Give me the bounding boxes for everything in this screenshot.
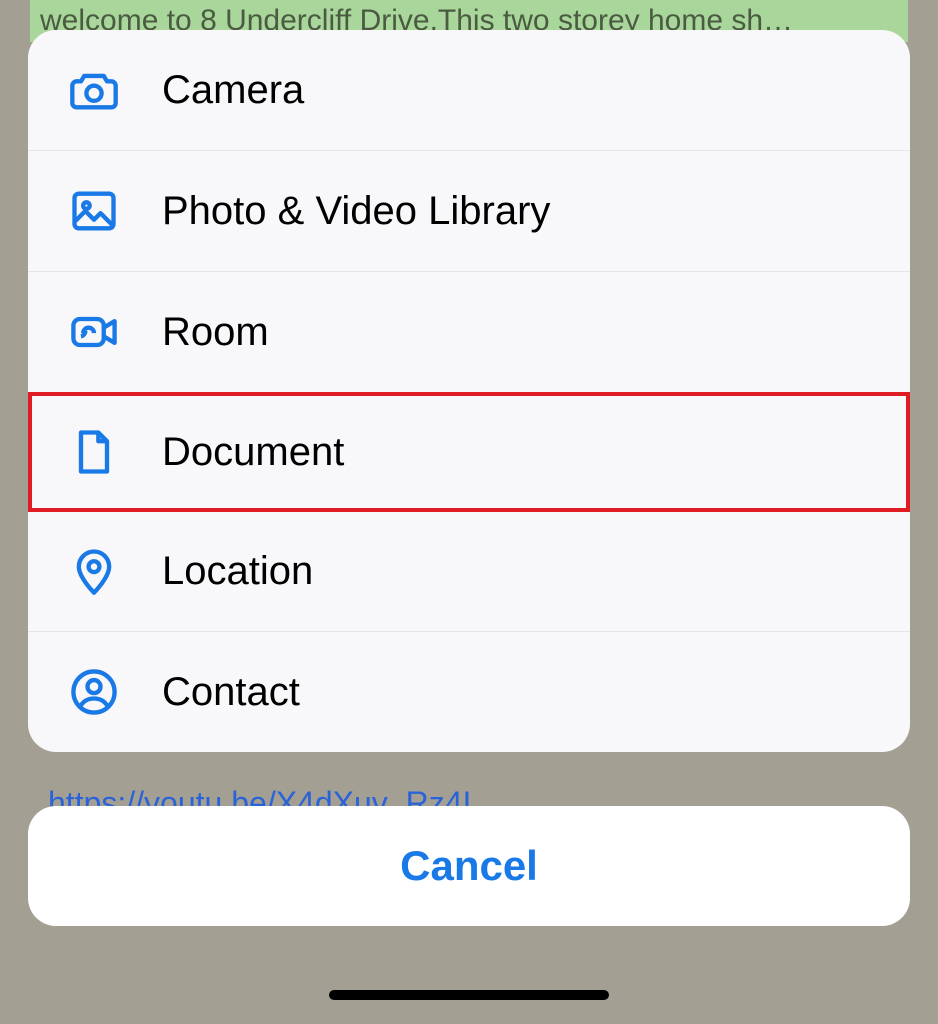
menu-item-label: Contact: [162, 670, 300, 715]
document-icon: [64, 422, 124, 482]
room-icon: [64, 302, 124, 362]
photo-icon: [64, 181, 124, 241]
cancel-label: Cancel: [400, 842, 538, 890]
menu-item-label: Location: [162, 549, 313, 594]
menu-item-label: Room: [162, 310, 269, 355]
menu-item-contact[interactable]: Contact: [28, 632, 910, 752]
menu-item-camera[interactable]: Camera: [28, 30, 910, 151]
cancel-button[interactable]: Cancel: [28, 806, 910, 926]
menu-item-label: Camera: [162, 68, 304, 113]
location-icon: [64, 541, 124, 601]
menu-item-label: Photo & Video Library: [162, 189, 550, 234]
menu-item-document[interactable]: Document: [28, 392, 910, 512]
menu-item-label: Document: [162, 430, 344, 475]
contact-icon: [64, 662, 124, 722]
home-indicator: [329, 990, 609, 1000]
attachment-action-sheet: Camera Photo & Video Library Room: [28, 30, 910, 752]
camera-icon: [64, 60, 124, 120]
menu-item-room[interactable]: Room: [28, 272, 910, 393]
menu-item-location[interactable]: Location: [28, 511, 910, 632]
menu-item-photo-video-library[interactable]: Photo & Video Library: [28, 151, 910, 272]
